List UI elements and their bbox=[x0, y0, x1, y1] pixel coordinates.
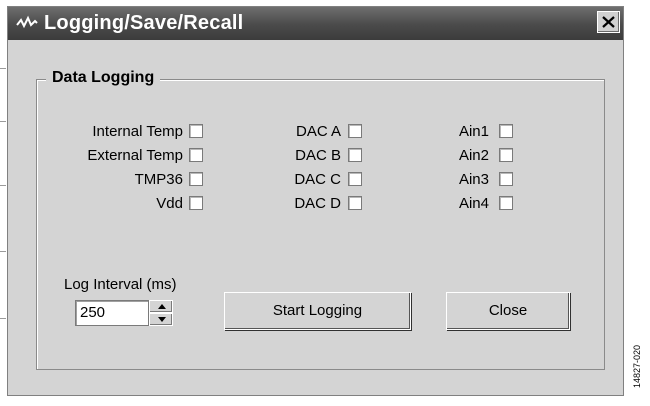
label-tmp36: TMP36 bbox=[134, 171, 183, 188]
label-ain2: Ain2 bbox=[458, 147, 489, 164]
close-button[interactable]: Close bbox=[446, 292, 570, 330]
group-title: Data Logging bbox=[46, 69, 161, 87]
label-dac-d: DAC D bbox=[294, 195, 341, 212]
checkbox-dac-c[interactable] bbox=[348, 172, 362, 186]
checkbox-ain3[interactable] bbox=[499, 172, 513, 186]
margin-tick bbox=[0, 318, 6, 319]
arrow-up-icon bbox=[158, 304, 166, 309]
label-internal-temp: Internal Temp bbox=[92, 123, 183, 140]
margin-tick bbox=[0, 251, 6, 252]
label-dac-b: DAC B bbox=[295, 147, 341, 164]
checkbox-external-temp[interactable] bbox=[189, 148, 203, 162]
label-ain4: Ain4 bbox=[458, 195, 489, 212]
start-logging-button[interactable]: Start Logging bbox=[224, 292, 411, 330]
close-window-button[interactable] bbox=[597, 11, 620, 33]
waveform-icon bbox=[16, 15, 38, 29]
label-dac-c: DAC C bbox=[294, 171, 341, 188]
label-ain1: Ain1 bbox=[458, 123, 489, 140]
checkbox-dac-a[interactable] bbox=[348, 124, 362, 138]
margin-tick bbox=[0, 121, 6, 122]
checkbox-tmp36[interactable] bbox=[189, 172, 203, 186]
window-title: Logging/Save/Recall bbox=[44, 12, 244, 34]
checkbox-ain2[interactable] bbox=[499, 148, 513, 162]
logging-dialog: Logging/Save/Recall Data Logging Interna… bbox=[7, 6, 624, 396]
checkbox-dac-d[interactable] bbox=[348, 196, 362, 210]
label-external-temp: External Temp bbox=[87, 147, 183, 164]
margin-tick bbox=[0, 68, 6, 69]
label-ain3: Ain3 bbox=[458, 171, 489, 188]
label-dac-a: DAC A bbox=[295, 123, 341, 140]
figure-id: 14827-020 bbox=[632, 344, 642, 388]
title-bar[interactable]: Logging/Save/Recall bbox=[8, 7, 623, 40]
spinner-up-button[interactable] bbox=[149, 300, 173, 313]
log-interval-input[interactable]: 250 bbox=[75, 300, 149, 326]
log-interval-label: Log Interval (ms) bbox=[64, 276, 177, 293]
checkbox-internal-temp[interactable] bbox=[189, 124, 203, 138]
checkbox-dac-b[interactable] bbox=[348, 148, 362, 162]
close-icon bbox=[602, 16, 615, 28]
spinner-down-button[interactable] bbox=[149, 313, 173, 326]
label-vdd: Vdd bbox=[156, 195, 183, 212]
checkbox-ain4[interactable] bbox=[499, 196, 513, 210]
checkbox-vdd[interactable] bbox=[189, 196, 203, 210]
dialog-client-area: Data Logging Internal Temp External Temp… bbox=[8, 40, 623, 395]
arrow-down-icon bbox=[158, 317, 166, 322]
margin-tick bbox=[0, 185, 6, 186]
log-interval-spinner bbox=[149, 300, 173, 326]
checkbox-ain1[interactable] bbox=[499, 124, 513, 138]
